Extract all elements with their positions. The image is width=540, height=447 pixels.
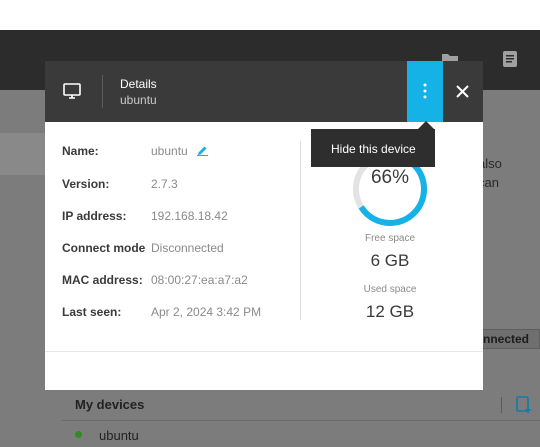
divider <box>501 397 502 413</box>
dialog-header: Details ubuntu <box>45 61 483 122</box>
more-options-button[interactable] <box>407 61 443 122</box>
more-vertical-icon <box>423 83 427 99</box>
field-value: ubuntu <box>151 144 188 158</box>
field-value: Disconnected <box>151 241 224 255</box>
add-device-icon[interactable] <box>516 396 532 414</box>
top-margin <box>0 0 540 30</box>
field-label: IP address: <box>62 209 127 223</box>
field-value: 2.7.3 <box>151 177 178 191</box>
field-label: Connect mode <box>62 241 146 255</box>
close-button[interactable] <box>443 61 483 122</box>
header-separator <box>102 75 103 108</box>
field-label: Version: <box>62 177 110 191</box>
edit-icon[interactable] <box>197 145 208 156</box>
field-value: 08:00:27:ea:a7:a2 <box>151 273 248 287</box>
my-devices-heading: My devices <box>75 397 145 412</box>
storage-percent-label: 66% <box>370 167 410 188</box>
hide-device-tooltip: Hide this device <box>311 129 435 167</box>
used-space-label: Used space <box>363 284 417 295</box>
dialog-footer <box>45 351 483 390</box>
field-label: Last seen: <box>62 305 122 319</box>
field-label: Name: <box>62 144 99 158</box>
tooltip-arrow <box>418 121 434 129</box>
monitor-icon <box>62 81 82 101</box>
used-space-value: 12 GB <box>365 302 415 321</box>
sidebar-selected-item <box>0 133 46 175</box>
dialog-subtitle: ubuntu <box>120 93 157 107</box>
free-space-value: 6 GB <box>370 251 410 270</box>
field-value: Apr 2, 2024 3:42 PM <box>151 305 262 319</box>
device-list-item[interactable]: ubuntu <box>99 428 139 443</box>
field-label: MAC address: <box>62 273 143 287</box>
document-icon[interactable] <box>501 50 519 68</box>
field-value: 192.168.18.42 <box>151 209 228 223</box>
column-divider <box>300 141 301 320</box>
status-badge: nnected <box>480 329 540 349</box>
online-status-dot <box>75 431 82 438</box>
device-details-dialog: Details ubuntu Name: ubuntu Version: 2.7… <box>45 61 483 390</box>
divider <box>62 420 540 421</box>
dialog-title: Details <box>120 77 157 91</box>
free-space-label: Free space <box>364 233 416 244</box>
